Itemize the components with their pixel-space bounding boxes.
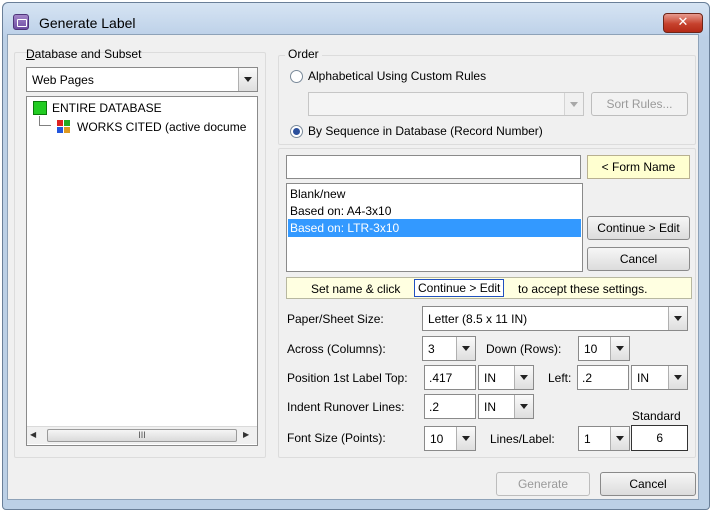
horizontal-scrollbar[interactable]: ◀ III ▶ xyxy=(27,426,257,444)
position-top-input[interactable]: .417 xyxy=(424,365,476,390)
left-unit-dropdown[interactable]: IN xyxy=(631,365,688,390)
database-tree[interactable]: ENTIRE DATABASE WORKS CITED (active docu… xyxy=(26,96,258,446)
cancel-button[interactable]: Cancel xyxy=(600,472,696,496)
indent-runover-label: Indent Runover Lines: xyxy=(287,400,405,414)
font-size-dropdown[interactable]: 10 xyxy=(424,426,476,451)
scroll-left-icon[interactable]: ◀ xyxy=(30,430,36,439)
continue-edit-button[interactable]: Continue > Edit xyxy=(587,216,690,240)
tree-item-label: WORKS CITED (active docume xyxy=(77,120,247,134)
down-rows-label: Down (Rows): xyxy=(486,342,562,356)
paper-size-dropdown[interactable]: Letter (8.5 x 11 IN) xyxy=(422,306,688,331)
chevron-down-icon[interactable] xyxy=(238,68,257,91)
top-unit-dropdown[interactable]: IN xyxy=(478,365,534,390)
chevron-down-icon[interactable] xyxy=(610,337,629,360)
tree-item-label: ENTIRE DATABASE xyxy=(52,101,162,115)
title-bar[interactable]: Generate Label ✕ xyxy=(3,3,709,37)
standard-input[interactable]: 6 xyxy=(631,425,688,451)
paper-size-label: Paper/Sheet Size: xyxy=(287,312,384,326)
app-icon xyxy=(13,14,29,30)
hint-text-before: Set name & click xyxy=(311,282,401,296)
colored-grid-icon xyxy=(57,120,71,134)
form-name-input[interactable] xyxy=(286,155,581,179)
scroll-thumb-grip: III xyxy=(138,430,146,440)
list-item[interactable]: Blank/new xyxy=(288,185,581,203)
lines-per-label-label: Lines/Label: xyxy=(490,432,555,446)
list-item[interactable]: Based on: A4-3x10 xyxy=(288,202,581,220)
hint-bar: Set name & click Continue > Edit to acce… xyxy=(286,277,692,299)
across-columns-dropdown[interactable]: 3 xyxy=(422,336,476,361)
form-cancel-button[interactable]: Cancel xyxy=(587,247,690,271)
scroll-thumb[interactable]: III xyxy=(47,429,237,442)
database-subset-label: Database and Subset xyxy=(26,47,142,61)
form-list[interactable]: Blank/new Based on: A4-3x10 Based on: LT… xyxy=(286,183,583,272)
position-top-label: Position 1st Label Top: xyxy=(287,371,408,385)
sort-rules-button[interactable]: Sort Rules... xyxy=(591,92,688,116)
chevron-down-icon[interactable] xyxy=(456,337,475,360)
subset-dropdown[interactable]: Web Pages xyxy=(26,67,258,92)
indent-runover-input[interactable]: .2 xyxy=(424,394,476,419)
chevron-down-icon[interactable] xyxy=(514,366,533,389)
window-title: Generate Label xyxy=(39,15,136,31)
generate-button[interactable]: Generate xyxy=(496,472,590,496)
close-button[interactable]: ✕ xyxy=(663,13,703,33)
chevron-down-icon[interactable] xyxy=(610,427,629,450)
alphabetical-radio[interactable] xyxy=(290,70,303,83)
down-rows-dropdown[interactable]: 10 xyxy=(578,336,630,361)
alphabetical-label[interactable]: Alphabetical Using Custom Rules xyxy=(308,69,486,83)
indent-unit-dropdown[interactable]: IN xyxy=(478,394,534,419)
form-name-label: < Form Name xyxy=(587,155,690,179)
left-input[interactable]: .2 xyxy=(577,365,629,390)
standard-label: Standard xyxy=(632,409,681,423)
subset-dropdown-value: Web Pages xyxy=(32,73,94,87)
left-label: Left: xyxy=(548,371,572,385)
sequence-radio[interactable] xyxy=(290,125,303,138)
list-item-selected[interactable]: Based on: LTR-3x10 xyxy=(288,219,581,237)
chevron-down-icon[interactable] xyxy=(668,307,687,330)
sequence-label[interactable]: By Sequence in Database (Record Number) xyxy=(308,124,543,138)
hint-text-after: to accept these settings. xyxy=(518,282,648,296)
across-columns-label: Across (Columns): xyxy=(287,342,386,356)
lines-per-label-dropdown[interactable]: 1 xyxy=(578,426,630,451)
chevron-down-icon[interactable] xyxy=(564,93,583,115)
scroll-right-icon[interactable]: ▶ xyxy=(243,430,249,439)
tree-connector xyxy=(39,116,51,126)
hint-continue-button[interactable]: Continue > Edit xyxy=(414,279,505,297)
font-size-label: Font Size (Points): xyxy=(287,431,386,445)
green-square-icon xyxy=(33,101,47,115)
custom-rules-dropdown[interactable] xyxy=(308,92,584,116)
order-group-label: Order xyxy=(285,47,322,61)
chevron-down-icon[interactable] xyxy=(514,395,533,418)
chevron-down-icon[interactable] xyxy=(668,366,687,389)
chevron-down-icon[interactable] xyxy=(456,427,475,450)
